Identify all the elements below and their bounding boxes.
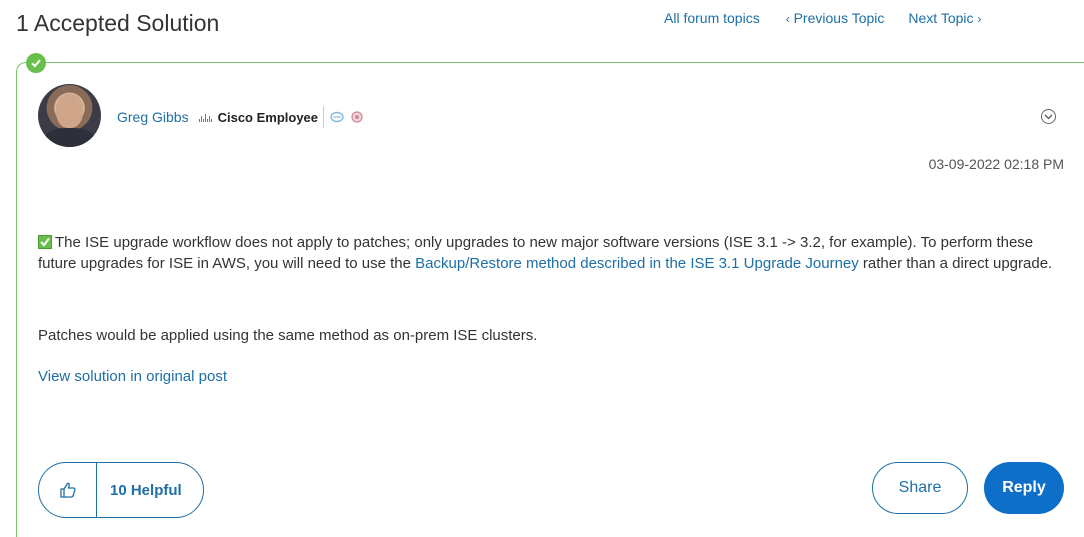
post-body-paragraph: Patches would be applied using the same … bbox=[38, 327, 538, 344]
share-button[interactable]: Share bbox=[872, 462, 968, 514]
thumbs-up-button[interactable] bbox=[39, 463, 97, 517]
next-topic-link[interactable]: Next Topic › bbox=[908, 10, 981, 26]
topic-navigation: All forum topics ‹ Previous Topic Next T… bbox=[664, 10, 981, 26]
helpful-count[interactable]: 10 Helpful bbox=[97, 482, 182, 499]
employee-role-label: Cisco Employee bbox=[217, 109, 319, 125]
next-topic-label: Next Topic bbox=[908, 10, 974, 26]
reply-button[interactable]: Reply bbox=[984, 462, 1064, 514]
avatar-shirt bbox=[44, 128, 95, 147]
upgrade-journey-link[interactable]: Backup/Restore method described in the I… bbox=[415, 255, 859, 272]
author-name-link[interactable]: Greg Gibbs bbox=[117, 109, 189, 125]
thumbs-up-icon bbox=[59, 482, 76, 498]
previous-topic-label: Previous Topic bbox=[793, 10, 885, 26]
divider bbox=[323, 106, 325, 128]
post-body: The ISE upgrade workflow does not apply … bbox=[38, 232, 1058, 274]
community-badge-icon[interactable] bbox=[330, 111, 344, 123]
post-body-tail: rather than a direct upgrade. bbox=[858, 255, 1053, 272]
author-line: Greg Gibbs Cisco Employee bbox=[117, 106, 370, 128]
award-badge-icon[interactable] bbox=[350, 111, 364, 123]
all-forum-topics-link[interactable]: All forum topics bbox=[664, 10, 760, 26]
post-timestamp: 03-09-2022 02:18 PM bbox=[928, 156, 1064, 172]
chevron-right-icon: › bbox=[977, 12, 982, 26]
previous-topic-link[interactable]: ‹ Previous Topic bbox=[786, 10, 885, 26]
options-chevron-icon[interactable] bbox=[1041, 109, 1056, 124]
helpful-control: 10 Helpful bbox=[38, 462, 204, 518]
avatar-head bbox=[56, 94, 83, 128]
check-circle-icon bbox=[26, 53, 46, 73]
chevron-left-icon: ‹ bbox=[785, 12, 790, 26]
cisco-logo-icon bbox=[198, 112, 212, 122]
page-title: 1 Accepted Solution bbox=[16, 10, 220, 36]
checkbox-icon bbox=[38, 235, 52, 249]
avatar[interactable] bbox=[38, 84, 101, 147]
view-solution-link[interactable]: View solution in original post bbox=[38, 368, 227, 385]
